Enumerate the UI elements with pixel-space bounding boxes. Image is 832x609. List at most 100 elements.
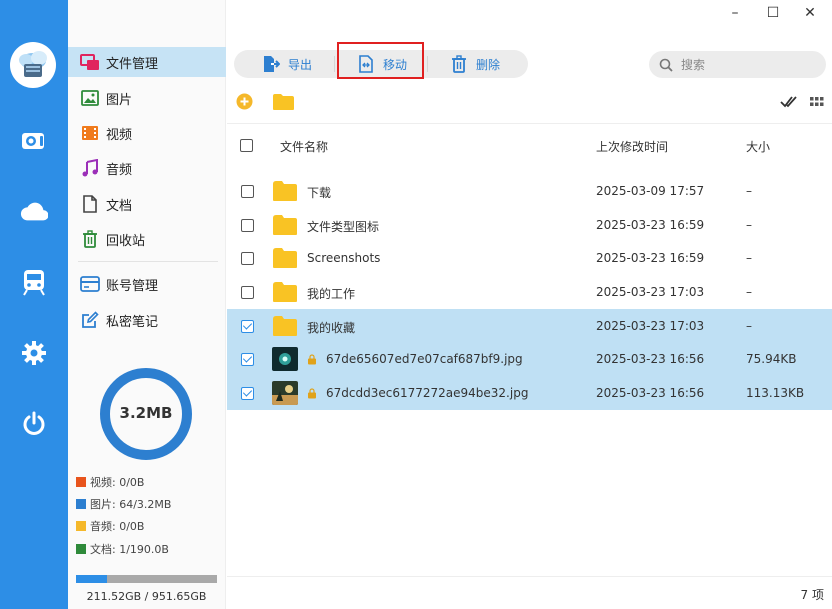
- folder-icon: [273, 215, 297, 235]
- select-all-checkbox[interactable]: [240, 139, 253, 152]
- delete-label: 删除: [476, 57, 501, 72]
- modified-date: 2025-03-23 16:56: [596, 352, 705, 366]
- row-checkbox[interactable]: [241, 387, 254, 400]
- note-edit-icon: [80, 310, 100, 330]
- maximize-button[interactable]: ☐: [763, 4, 783, 22]
- legend-images: 图片: 64/3.2MB: [76, 496, 171, 512]
- delete-button[interactable]: 删除: [450, 50, 500, 78]
- modified-date: 2025-03-09 17:57: [596, 184, 705, 198]
- gear-icon[interactable]: [20, 339, 48, 367]
- modified-date: 2025-03-23 16:59: [596, 218, 705, 232]
- storage-used-label: 3.2MB: [119, 404, 173, 422]
- table-row[interactable]: 我的工作 2025-03-23 17:03 –: [227, 275, 832, 309]
- move-button-highlight: [337, 42, 424, 79]
- folder-icon: [273, 248, 297, 268]
- search-placeholder: 搜索: [681, 58, 706, 72]
- legend-swatch: [76, 477, 86, 487]
- column-header-modified[interactable]: 上次修改时间: [596, 138, 668, 155]
- header-divider: [227, 123, 832, 124]
- legend-label: 视频: 0/0B: [90, 476, 145, 489]
- sidebar-item-label: 音频: [106, 162, 133, 178]
- app-logo: [10, 42, 56, 88]
- file-name: 文件类型图标: [307, 220, 380, 234]
- left-rail: [0, 0, 68, 609]
- legend-label: 图片: 64/3.2MB: [90, 498, 172, 511]
- toolbar-separator: [427, 56, 428, 72]
- row-checkbox[interactable]: [241, 219, 254, 232]
- disk-usage-fill: [76, 575, 108, 583]
- grid-view-icon[interactable]: [810, 96, 824, 108]
- file-size: 113.13KB: [746, 386, 805, 400]
- select-all-icon[interactable]: [780, 94, 797, 109]
- account-card-icon: [80, 274, 100, 294]
- table-row[interactable]: 67de65607ed7e07caf687bf9.jpg 2025-03-23 …: [227, 342, 832, 376]
- folder-icon: [273, 316, 297, 336]
- sidebar-item-label: 图片: [106, 92, 133, 108]
- file-size: –: [746, 319, 752, 333]
- modified-date: 2025-03-23 17:03: [596, 319, 705, 333]
- sidebar-item-account-management[interactable]: 账号管理: [68, 269, 226, 299]
- lock-icon: [308, 388, 316, 399]
- document-icon: [80, 194, 100, 214]
- sidebar-item-label: 文件管理: [106, 56, 159, 72]
- table-row[interactable]: 我的收藏 2025-03-23 17:03 –: [227, 309, 832, 343]
- sidebar-item-label: 回收站: [106, 233, 146, 249]
- row-checkbox[interactable]: [241, 185, 254, 198]
- export-button[interactable]: 导出: [262, 50, 312, 78]
- add-icon[interactable]: [236, 93, 253, 110]
- root-folder-icon[interactable]: [272, 93, 295, 111]
- column-header-size[interactable]: 大小: [746, 138, 770, 155]
- table-row[interactable]: 文件类型图标 2025-03-23 16:59 –: [227, 208, 832, 242]
- video-icon: [80, 123, 100, 143]
- row-checkbox[interactable]: [241, 286, 254, 299]
- legend-swatch: [76, 544, 86, 554]
- power-icon[interactable]: [20, 409, 48, 437]
- disk-usage-text: 211.52GB / 951.65GB: [86, 590, 207, 603]
- train-icon[interactable]: [20, 268, 48, 296]
- sidebar-item-documents[interactable]: 文档: [68, 189, 226, 219]
- column-header-name[interactable]: 文件名称: [280, 138, 328, 155]
- search-box[interactable]: 搜索: [649, 51, 826, 78]
- file-size: –: [746, 184, 752, 198]
- modified-date: 2025-03-23 17:03: [596, 285, 705, 299]
- search-icon: [659, 58, 673, 72]
- legend-video: 视频: 0/0B: [76, 474, 144, 490]
- sidebar-item-videos[interactable]: 视频: [68, 118, 226, 148]
- file-name: Screenshots: [307, 251, 381, 265]
- folder-icon: [273, 181, 297, 201]
- minimize-button[interactable]: –: [725, 4, 745, 22]
- sidebar-item-images[interactable]: 图片: [68, 83, 226, 113]
- sidebar-item-label: 私密笔记: [106, 314, 159, 330]
- camera-icon[interactable]: [20, 127, 48, 155]
- file-name: 我的工作: [307, 287, 356, 301]
- modified-date: 2025-03-23 16:59: [596, 251, 705, 265]
- table-row[interactable]: 67dcdd3ec6177272ae94be32.jpg 2025-03-23 …: [227, 376, 832, 410]
- legend-label: 文档: 1/190.0B: [90, 543, 169, 556]
- file-size: –: [746, 218, 752, 232]
- sidebar-item-private-notes[interactable]: 私密笔记: [68, 305, 226, 335]
- table-row[interactable]: Screenshots 2025-03-23 16:59 –: [227, 241, 832, 275]
- trash-icon: [450, 55, 468, 73]
- file-manager-icon: [80, 52, 100, 72]
- toolbar-separator: [334, 56, 335, 72]
- lock-icon: [308, 354, 316, 365]
- file-size: –: [746, 251, 752, 265]
- row-checkbox[interactable]: [241, 320, 254, 333]
- item-count: 7 项: [800, 588, 824, 602]
- sidebar-item-audio[interactable]: 音频: [68, 153, 226, 183]
- legend-label: 音频: 0/0B: [90, 520, 145, 533]
- sidebar-item-recycle-bin[interactable]: 回收站: [68, 224, 226, 254]
- table-row[interactable]: 下载 2025-03-09 17:57 –: [227, 174, 832, 208]
- legend-documents: 文档: 1/190.0B: [76, 541, 169, 557]
- file-size: 75.94KB: [746, 352, 797, 366]
- close-button[interactable]: ✕: [800, 4, 820, 22]
- legend-audio: 音频: 0/0B: [76, 518, 144, 534]
- file-name: 67de65607ed7e07caf687bf9.jpg: [326, 352, 523, 366]
- sidebar-item-file-manager[interactable]: 文件管理: [68, 47, 226, 77]
- image-thumbnail: [272, 381, 298, 405]
- row-checkbox[interactable]: [241, 353, 254, 366]
- cloud-icon[interactable]: [20, 198, 48, 226]
- file-name: 下载: [307, 186, 332, 200]
- row-checkbox[interactable]: [241, 252, 254, 265]
- file-name: 67dcdd3ec6177272ae94be32.jpg: [326, 386, 529, 400]
